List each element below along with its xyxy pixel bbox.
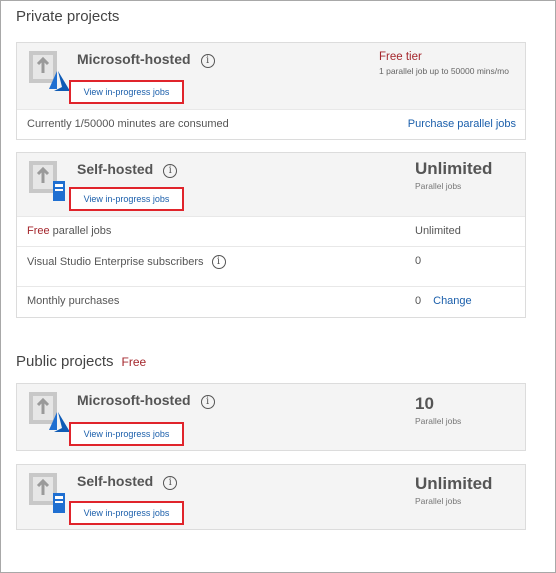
info-icon[interactable]: i [200,395,215,409]
card-header: Microsoft-hosted i View in-progress jobs … [17,43,525,109]
ms-hosted-label: Microsoft-hosted [77,51,191,67]
self-hosted-title: Self-hosted i [77,473,178,490]
public-self-hosted-card: Self-hosted i View in-progress jobs Unlim… [16,464,526,530]
private-self-hosted-card: Self-hosted i View in-progress jobs Unlim… [16,152,526,318]
self-hosted-title: Self-hosted i [77,161,178,178]
ms-hosted-summary: 10 Parallel jobs [415,394,555,426]
ms-hosted-title: Microsoft-hosted i [77,51,215,68]
free-parallel-jobs-row: Free parallel jobs Unlimited [17,216,525,246]
private-ms-hosted-card: Microsoft-hosted i View in-progress jobs … [16,42,526,140]
self-hosted-label: Self-hosted [77,161,154,177]
monthly-purchases-row: Monthly purchases 0 Change [17,286,525,316]
public-ms-hosted-card: Microsoft-hosted i View in-progress jobs … [16,383,526,451]
public-projects-title: Public projects [16,353,114,370]
view-in-progress-jobs-link[interactable]: View in-progress jobs [69,422,184,446]
unlimited-value: Unlimited [415,474,493,493]
vs-enterprise-row: Visual Studio Enterprise subscribers i 0 [17,246,525,286]
view-in-progress-jobs-link[interactable]: View in-progress jobs [69,187,184,211]
row-value: Unlimited [415,225,461,237]
info-icon[interactable]: i [211,255,226,269]
row-value: 0 [415,295,422,307]
info-icon[interactable]: i [200,54,215,68]
parallel-jobs-caption: Parallel jobs [415,496,462,506]
free-tag: Free [121,355,147,369]
row-value: 0 [415,255,422,267]
self-hosted-label: Self-hosted [77,473,154,489]
build-agent-icon [29,161,65,201]
purchase-parallel-jobs-link[interactable]: Purchase parallel jobs [408,118,516,130]
build-azure-icon [29,392,70,432]
usage-text: Currently 1/50000 minutes are consumed [27,118,229,130]
view-in-progress-jobs-link[interactable]: View in-progress jobs [69,501,184,525]
info-icon[interactable]: i [163,476,178,490]
tier-info: Free tier 1 parallel job up to 50000 min… [379,51,519,77]
ms-hosted-title: Microsoft-hosted i [77,392,215,409]
view-in-progress-jobs-link[interactable]: View in-progress jobs [69,80,184,104]
free-tier-label: Free tier [379,51,422,63]
private-projects-heading: Private projects [16,8,120,25]
unlimited-value: Unlimited [415,159,493,178]
build-azure-icon [29,51,70,91]
info-icon[interactable]: i [163,164,178,178]
parallel-jobs-caption: Parallel jobs [415,181,462,191]
free-word: Free [27,225,50,237]
card-header: Self-hosted i View in-progress jobs Unlim… [17,465,525,529]
self-hosted-summary: Unlimited Parallel jobs [415,159,555,191]
row-label: Visual Studio Enterprise subscribers [27,256,204,268]
self-hosted-summary: Unlimited Parallel jobs [415,474,555,506]
change-link[interactable]: Change [433,295,472,307]
ms-hosted-label: Microsoft-hosted [77,392,191,408]
free-tier-description: 1 parallel job up to 50000 mins/mo [379,66,509,76]
parallel-jobs-panel: Private projects Microsoft-hosted i View … [0,0,556,573]
build-agent-icon [29,473,65,513]
card-header: Self-hosted i View in-progress jobs Unlim… [17,153,525,216]
row-label: Monthly purchases [27,295,120,307]
public-projects-heading: Public projects Free [16,353,146,370]
usage-row: Currently 1/50000 minutes are consumed P… [17,109,525,140]
card-header: Microsoft-hosted i View in-progress jobs … [17,384,525,450]
parallel-jobs-caption: Parallel jobs [415,416,462,426]
row-label: parallel jobs [49,225,112,237]
parallel-jobs-count: 10 [415,394,434,413]
